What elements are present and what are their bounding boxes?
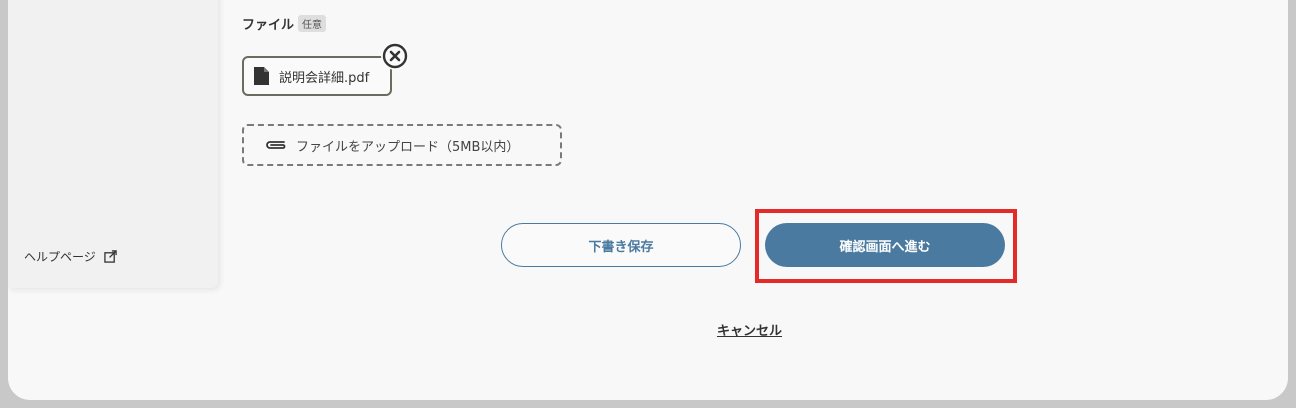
close-circle-icon bbox=[382, 43, 408, 69]
cancel-link[interactable]: キャンセル bbox=[717, 320, 782, 339]
help-page-link[interactable]: ヘルプページ bbox=[24, 248, 117, 265]
proceed-to-confirm-button[interactable]: 確認画面へ進む bbox=[765, 223, 1005, 267]
sidebar: ヘルプページ bbox=[8, 0, 218, 288]
remove-file-button[interactable] bbox=[381, 42, 409, 70]
attached-file-name: 説明会詳細.pdf bbox=[279, 70, 370, 86]
optional-badge: 任意 bbox=[298, 15, 327, 32]
paperclip-icon bbox=[266, 141, 286, 149]
attached-file-chip[interactable]: 説明会詳細.pdf bbox=[242, 56, 392, 96]
save-draft-button[interactable]: 下書き保存 bbox=[501, 223, 741, 267]
file-field-label: ファイル 任意 bbox=[242, 14, 327, 33]
external-link-icon bbox=[104, 250, 117, 263]
upload-file-button[interactable]: ファイルをアップロード（5MB以内） bbox=[242, 124, 562, 166]
file-icon bbox=[254, 67, 269, 85]
help-link-label: ヘルプページ bbox=[24, 250, 96, 264]
upload-button-label: ファイルをアップロード（5MB以内） bbox=[296, 139, 520, 155]
file-label-text: ファイル bbox=[242, 18, 295, 33]
page-frame: ヘルプページ ファイル 任意 説明会詳細.pdf ファイルをアップロード（5MB… bbox=[8, 0, 1288, 400]
